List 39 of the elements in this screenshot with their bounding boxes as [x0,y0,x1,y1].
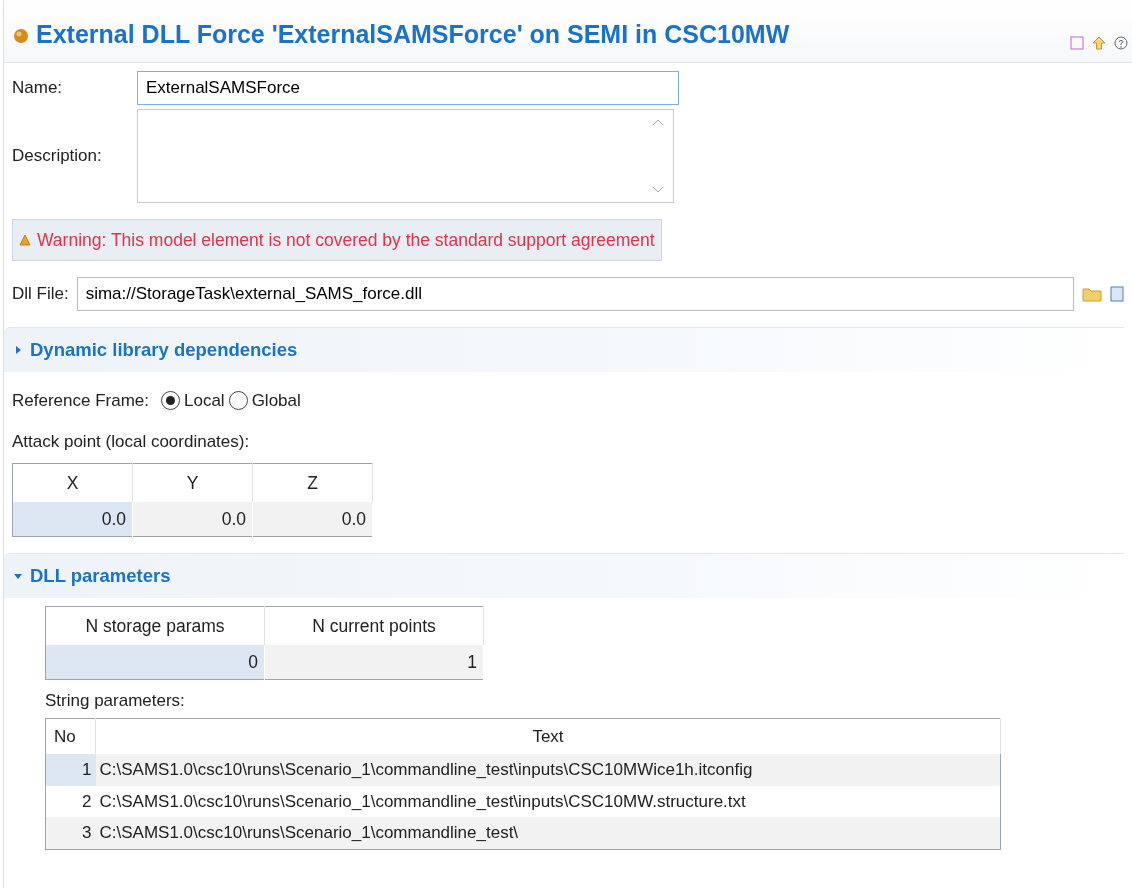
field-label: Name: [12,76,64,99]
form-title: External DLL Force 'ExternalSAMSForce' on SEMI in CSC10MW [36,19,790,50]
table-cell[interactable]: 0 [45,645,265,680]
table-cell[interactable]: 0.0 [132,501,253,537]
collapsed-icon [14,345,22,354]
radio-label[interactable]: Global [251,387,301,413]
table-cell[interactable]: 3 [45,817,96,850]
table-cell[interactable]: C:\SAMS1.0\csc10\runs\Scenario_1\commandline_test\inputs\CSC10MWice1h.itconfig [95,754,1001,786]
table-cell[interactable]: 2 [45,785,96,818]
section-header[interactable]: DLL parameters [4,553,1124,598]
field-label: Dll File: [12,283,69,305]
column-header: Z [252,463,373,502]
table-cell[interactable]: C:\SAMS1.0\csc10\runs\Scenario_1\commandline_test\ [95,817,1001,850]
table-cell[interactable]: 0.0 [252,501,373,537]
field-label: Description: [12,144,103,167]
square-icon[interactable] [1070,35,1084,50]
folder-icon[interactable] [1082,285,1102,302]
field-label: Attack point (local coordinates): [12,431,251,453]
scroll-down-icon[interactable] [652,185,664,194]
scroll-up-icon[interactable] [652,117,664,126]
warning-icon [19,233,31,246]
table-cell[interactable]: 1 [45,754,96,786]
field-label: String parameters: [45,690,186,713]
radio-label[interactable]: Local [184,387,225,413]
dll-file-field[interactable]: sima://StorageTask\external_SAMS_force.dll [76,276,1074,311]
column-header: Y [132,463,253,502]
document-icon[interactable] [1110,285,1124,302]
name-field[interactable]: ExternalSAMSForce [137,70,679,105]
expanded-icon [14,571,22,580]
section-header[interactable]: Dynamic library dependencies [4,326,1124,372]
up-arrow-icon[interactable] [1092,35,1106,50]
table-cell[interactable]: C:\SAMS1.0\csc10\runs\Scenario_1\commandline_test\inputs\CSC10MW.structure.txt [95,785,1001,818]
field-label: Reference Frame: [12,389,149,412]
help-icon[interactable] [1114,35,1128,50]
description-field[interactable] [137,108,674,203]
column-header: X [12,463,133,502]
warning-text: Warning: This model element is not covered by the standard support agreement [37,228,655,252]
table-cell[interactable]: 1 [264,645,484,680]
table-cell[interactable]: 0.0 [12,501,133,537]
